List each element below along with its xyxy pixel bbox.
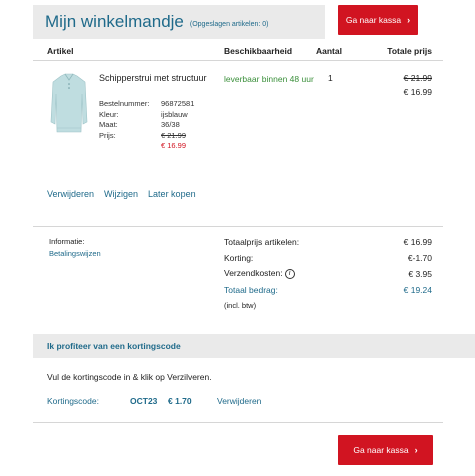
column-header-total: Totale prijs	[387, 46, 432, 56]
items-total-value: € 16.99	[403, 237, 432, 247]
chevron-right-icon: ›	[414, 445, 418, 455]
checkout-button-label: Ga naar kassa	[345, 15, 402, 25]
discount-code-label: Kortingscode:	[47, 396, 99, 406]
column-header-quantity: Aantal	[316, 46, 342, 56]
grand-total-value: € 19.24	[403, 285, 432, 295]
product-name[interactable]: Schipperstrui met structuur	[99, 72, 219, 84]
info-label: Informatie:	[49, 237, 85, 246]
checkout-button-label: Ga naar kassa	[353, 445, 409, 455]
column-header-availability: Beschikbaarheid	[224, 46, 293, 56]
product-details: Bestelnummer: 96872581 Kleur: ijsblauw Maa…	[99, 99, 194, 152]
discount-amount: € 1.70	[168, 396, 192, 406]
discount-instruction: Vul de kortingscode in & klik op Verzilv…	[47, 372, 212, 382]
discount-value: €-1.70	[407, 253, 432, 263]
checkout-button-bottom[interactable]: Ga naar kassa ›	[338, 435, 433, 465]
order-number: 96872581	[161, 99, 195, 108]
edit-link[interactable]: Wijzigen	[104, 189, 138, 199]
discount-section-heading: Ik profiteer van een kortingscode	[33, 334, 475, 358]
product-image[interactable]	[49, 72, 89, 134]
total-new-price: € 16.99	[403, 87, 432, 97]
order-number-label: Bestelnummer:	[99, 99, 150, 108]
shipping-value: € 3.95	[408, 269, 432, 279]
discount-code: OCT23	[130, 396, 158, 406]
discount-heading: Ik profiteer van een kortingscode	[47, 341, 181, 351]
remove-link[interactable]: Verwijderen	[47, 189, 94, 199]
saved-items-count: (Opgeslagen artikelen: 0)	[189, 21, 269, 28]
discount-label: Korting:	[224, 253, 254, 263]
divider	[33, 422, 443, 423]
vat-note: (incl. btw)	[224, 301, 257, 310]
remove-discount-link[interactable]: Verwijderen	[217, 396, 261, 406]
shipping-label: Verzendkosten:	[224, 268, 283, 278]
checkout-button-top[interactable]: Ga naar kassa ›	[338, 5, 418, 35]
quantity-value: 1	[328, 73, 333, 83]
color-value: ijsblauw	[161, 109, 188, 119]
new-price: € 16.99	[161, 141, 187, 150]
cart-header: Mijn winkelmandje (Opgeslagen artikelen:…	[33, 5, 325, 39]
chevron-right-icon: ›	[407, 15, 411, 25]
total-old-price: € 21.99	[403, 73, 432, 83]
color-label: Kleur:	[99, 109, 119, 119]
shipping-row: Verzendkosten: i	[224, 268, 295, 279]
items-total-label: Totaalprijs artikelen:	[224, 237, 300, 247]
save-for-later-link[interactable]: Later kopen	[148, 189, 196, 199]
old-price: € 21.99	[161, 130, 187, 140]
payment-methods-link[interactable]: Betalingswijzen	[49, 249, 101, 258]
column-header-article: Artikel	[47, 46, 74, 56]
divider	[33, 226, 443, 227]
divider	[33, 60, 443, 61]
info-icon[interactable]: i	[284, 268, 295, 279]
price-label: Prijs:	[99, 130, 116, 140]
size-value: 36/38	[161, 120, 180, 129]
page-title: Mijn winkelmandje	[45, 12, 184, 31]
availability-status: leverbaar binnen 48 uur	[224, 74, 314, 84]
grand-total-label: Totaal bedrag:	[224, 285, 278, 295]
size-label: Maat:	[99, 120, 118, 129]
item-actions: Verwijderen Wijzigen Later kopen	[47, 189, 196, 199]
